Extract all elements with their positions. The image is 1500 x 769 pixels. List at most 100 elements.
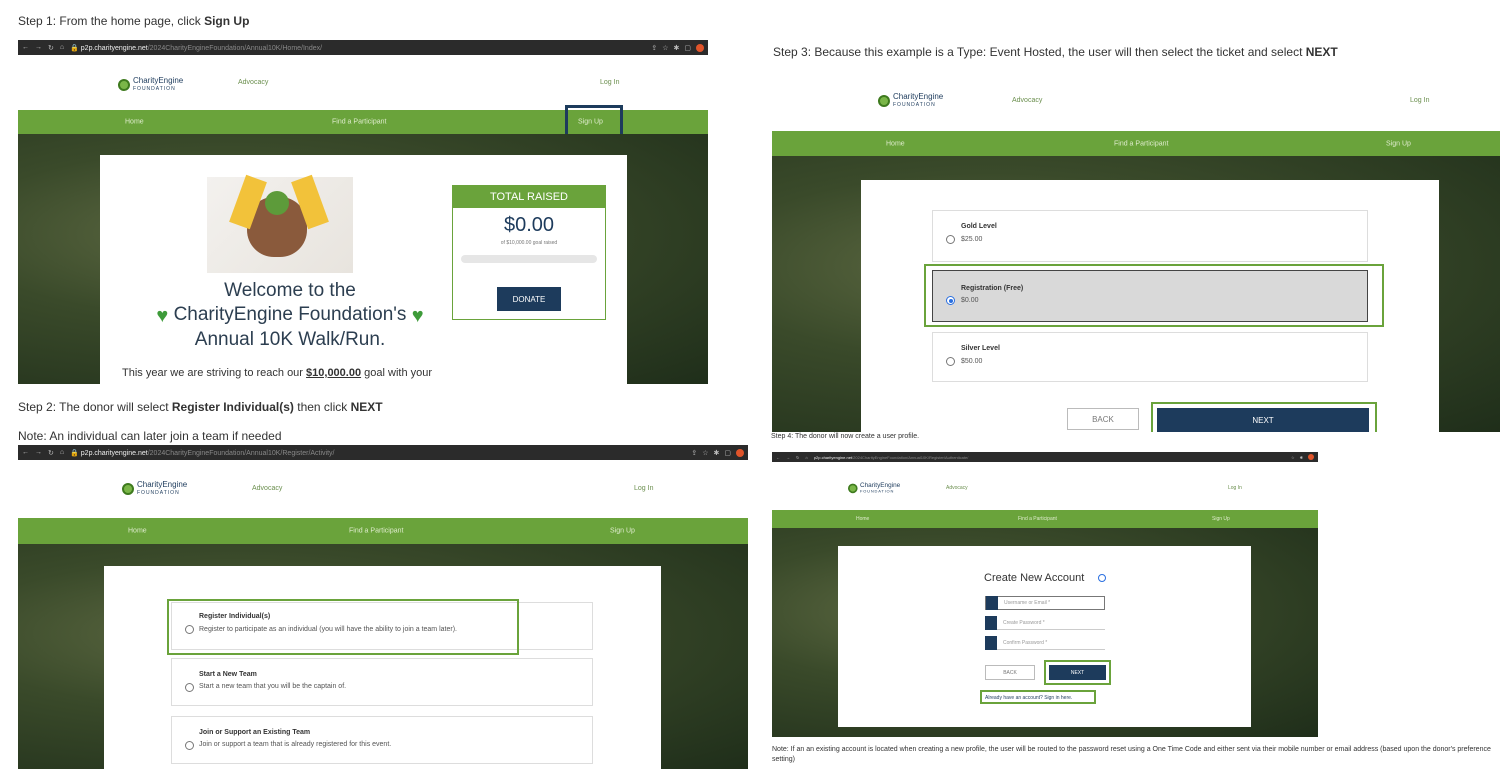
- star-icon[interactable]: ☆: [662, 44, 668, 52]
- nav-find-participant[interactable]: Find a Participant: [1018, 516, 1057, 522]
- nav-find-participant[interactable]: Find a Participant: [332, 119, 386, 126]
- advocacy-link[interactable]: Advocacy: [1012, 97, 1042, 104]
- total-raised-label: TOTAL RAISED: [453, 186, 605, 208]
- login-link[interactable]: Log In: [1228, 485, 1242, 491]
- site-header: CharityEngine FOUNDATION Advocacy Log In: [18, 55, 708, 110]
- radio-gold[interactable]: [946, 235, 955, 244]
- step1-screenshot: ← → ↻ ⌂ 🔒 p2p.charityengine.net/2024Charity…: [18, 40, 708, 384]
- signin-highlight: [980, 690, 1096, 704]
- heart-icon: ♥: [156, 305, 169, 327]
- reload-icon[interactable]: ↻: [48, 44, 54, 52]
- ticket-card: Gold Level $25.00 Registration (Free) $0…: [861, 180, 1439, 432]
- nav-find-participant[interactable]: Find a Participant: [1114, 140, 1168, 147]
- step1-caption: Step 1: From the home page, click Sign U…: [18, 14, 250, 28]
- option-join-team[interactable]: Join or Support an Existing Team Join or…: [171, 716, 593, 764]
- profile-icon[interactable]: [1308, 454, 1314, 460]
- step4-screenshot: ← → ↻ ⌂ p2p.charityengine.net/2024CharityEn…: [772, 452, 1318, 737]
- total-raised-box: TOTAL RAISED $0.00 of $10,000.00 goal ra…: [452, 185, 606, 320]
- sidebar-icon[interactable]: ▢: [724, 449, 731, 457]
- star-icon[interactable]: ☆: [1291, 455, 1295, 460]
- forward-arrow-icon[interactable]: →: [35, 44, 42, 51]
- progress-bar: [461, 255, 597, 263]
- address-bar[interactable]: p2p.charityengine.net/2024CharityEngineF…: [814, 455, 969, 460]
- radio-silver[interactable]: [946, 357, 955, 366]
- nav-home[interactable]: Home: [128, 528, 147, 535]
- logo[interactable]: CharityEngine FOUNDATION: [878, 93, 943, 109]
- back-arrow-icon[interactable]: ←: [22, 449, 29, 456]
- next-highlight: [1044, 660, 1111, 685]
- login-link[interactable]: Log In: [1410, 97, 1429, 104]
- back-arrow-icon[interactable]: ←: [776, 455, 780, 460]
- extension-icon[interactable]: ✱: [714, 449, 720, 457]
- logo-leaf-icon: [878, 95, 890, 107]
- share-icon[interactable]: ⇪: [651, 44, 657, 52]
- create-account-title: Create New Account: [984, 572, 1085, 584]
- nav-find-participant[interactable]: Find a Participant: [349, 528, 403, 535]
- address-bar[interactable]: 🔒 p2p.charityengine.net/2024CharityEngin…: [70, 449, 334, 457]
- goal-text: of $10,000.00 goal raised: [500, 240, 558, 246]
- nav-sign-up[interactable]: Sign Up: [1212, 516, 1230, 522]
- step2-caption: Step 2: The donor will select Register I…: [18, 400, 383, 414]
- registration-highlight: [924, 264, 1384, 327]
- nav-home[interactable]: Home: [886, 140, 905, 147]
- home-icon[interactable]: ⌂: [60, 44, 64, 51]
- login-link[interactable]: Log In: [634, 485, 653, 492]
- advocacy-link[interactable]: Advocacy: [946, 485, 968, 491]
- forward-arrow-icon[interactable]: →: [786, 455, 790, 460]
- donate-button[interactable]: DONATE: [497, 287, 561, 311]
- register-individual-highlight: [167, 599, 519, 655]
- step2-note: Note: An individual can later join a tea…: [18, 429, 282, 443]
- advocacy-link[interactable]: Advocacy: [252, 485, 282, 492]
- extension-icon[interactable]: ✱: [674, 44, 680, 52]
- amount-raised: $0.00: [503, 214, 555, 236]
- logo[interactable]: CharityEngine FOUNDATION: [118, 77, 183, 93]
- sidebar-icon[interactable]: ▢: [684, 44, 691, 52]
- confirm-password-field[interactable]: Confirm Password *: [985, 635, 1105, 650]
- info-icon[interactable]: [1098, 574, 1106, 582]
- username-field[interactable]: Username or Email *: [985, 596, 1105, 610]
- lock-icon: 🔒: [70, 449, 81, 457]
- browser-toolbar: ← → ↻ ⌂ 🔒 p2p.charityengine.net/2024Charity…: [18, 40, 708, 55]
- radio-start-team[interactable]: [185, 683, 194, 692]
- share-icon[interactable]: ⇪: [691, 449, 697, 457]
- welcome-heading: Welcome to the ♥ CharityEngine Foundatio…: [156, 280, 424, 350]
- back-button[interactable]: BACK: [1067, 408, 1139, 430]
- reload-icon[interactable]: ↻: [796, 455, 799, 460]
- heart-icon: ♥: [411, 305, 424, 327]
- advocacy-link[interactable]: Advocacy: [238, 79, 268, 86]
- profile-icon[interactable]: [696, 43, 704, 52]
- step2-screenshot: ← → ↻ ⌂ 🔒 p2p.charityengine.net/2024Charity…: [18, 445, 748, 769]
- logo[interactable]: CharityEngine FOUNDATION: [122, 481, 187, 497]
- password-field[interactable]: Create Password *: [985, 615, 1105, 630]
- home-icon[interactable]: ⌂: [60, 449, 64, 456]
- star-icon[interactable]: ☆: [702, 449, 708, 457]
- site-header: CharityEngine FOUNDATION Advocacy Log In: [772, 70, 1500, 131]
- back-button[interactable]: BACK: [985, 665, 1035, 680]
- radio-join-team[interactable]: [185, 741, 194, 750]
- home-icon[interactable]: ⌂: [805, 455, 807, 460]
- forward-arrow-icon[interactable]: →: [35, 449, 42, 456]
- option-start-team[interactable]: Start a New Team Start a new team that y…: [171, 658, 593, 706]
- address-bar[interactable]: 🔒 p2p.charityengine.net/2024CharityEngin…: [70, 44, 322, 52]
- ticket-gold[interactable]: Gold Level $25.00: [932, 210, 1368, 262]
- extension-icon[interactable]: ✱: [1300, 455, 1303, 460]
- site-header: CharityEngine FOUNDATION Advocacy Log In: [18, 460, 748, 518]
- ticket-silver[interactable]: Silver Level $50.00: [932, 332, 1368, 382]
- logo-leaf-icon: [118, 79, 130, 91]
- login-link[interactable]: Log In: [600, 79, 619, 86]
- nav-sign-up[interactable]: Sign Up: [610, 528, 635, 535]
- back-arrow-icon[interactable]: ←: [22, 44, 29, 51]
- logo[interactable]: CharityEngine FOUNDATION: [848, 482, 900, 495]
- plant-hands-image: [207, 174, 353, 273]
- nav-home[interactable]: Home: [856, 516, 869, 522]
- welcome-card: Welcome to the ♥ CharityEngine Foundatio…: [100, 155, 627, 384]
- profile-icon[interactable]: [736, 448, 744, 457]
- key-icon: [985, 635, 997, 650]
- step4-caption: Step 4: The donor will now create a user…: [771, 433, 920, 440]
- step3-caption: Step 3: Because this example is a Type: …: [773, 45, 1338, 59]
- logo-leaf-icon: [122, 483, 134, 495]
- reload-icon[interactable]: ↻: [48, 449, 54, 457]
- nav-sign-up[interactable]: Sign Up: [1386, 140, 1411, 147]
- nav-home[interactable]: Home: [125, 119, 144, 126]
- step3-screenshot: CharityEngine FOUNDATION Advocacy Log In …: [772, 70, 1500, 432]
